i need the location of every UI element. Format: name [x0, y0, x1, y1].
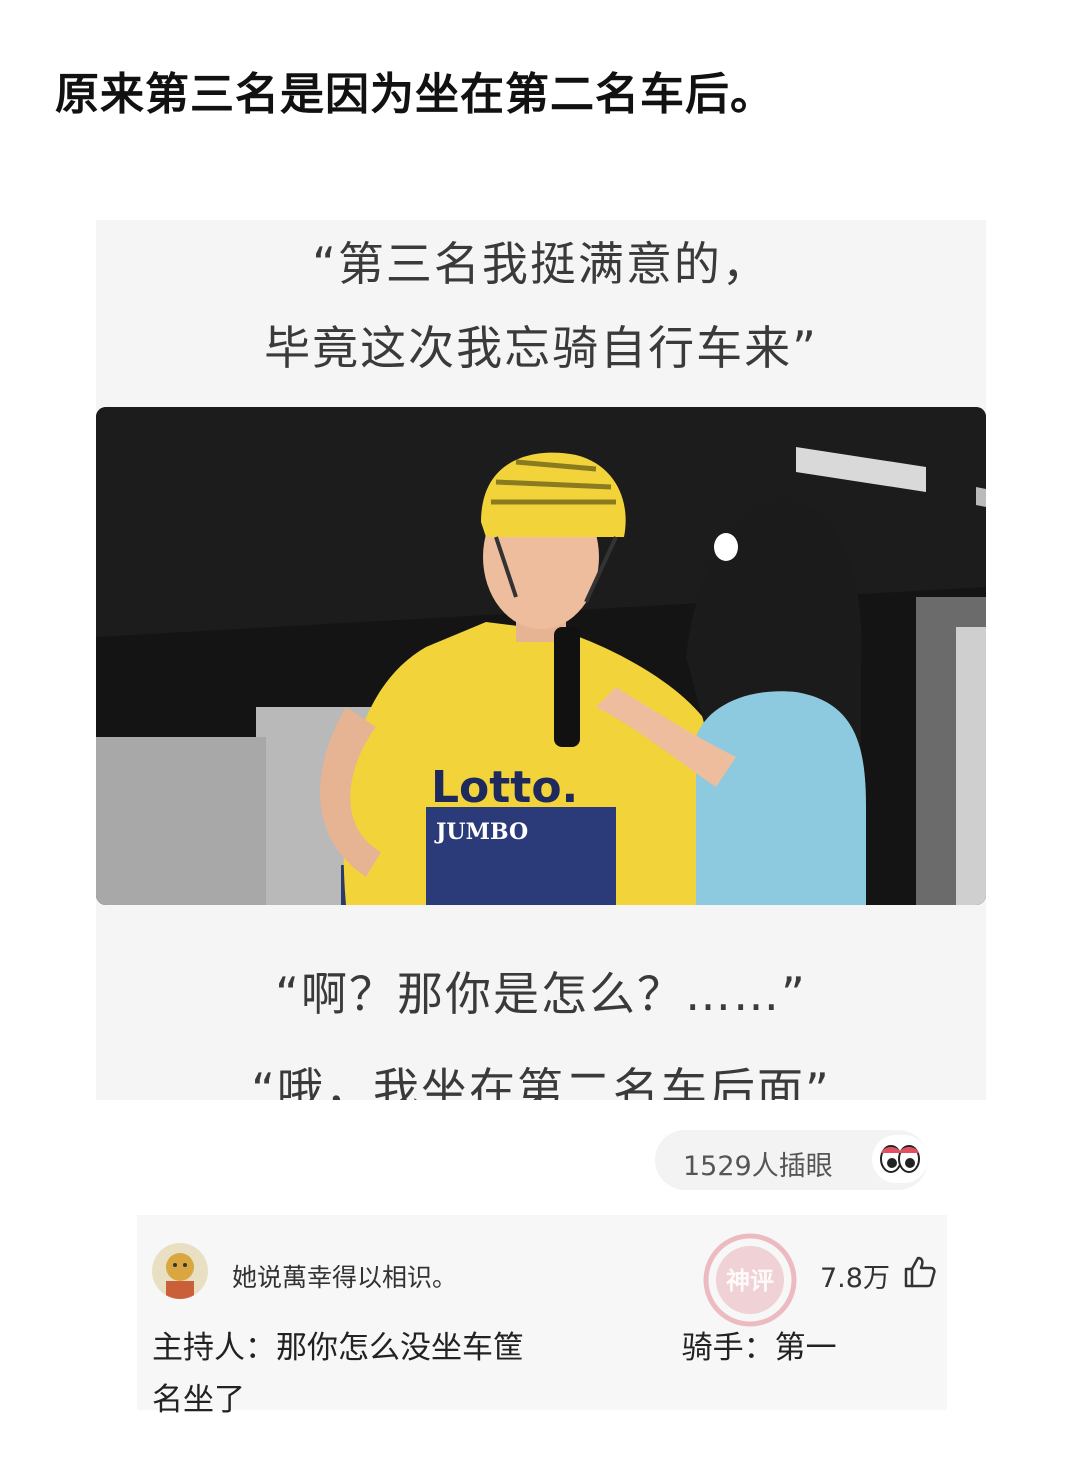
thumbs-up-icon[interactable]: [902, 1254, 938, 1290]
like-count: 7.8万: [820, 1263, 890, 1294]
stamp-label: 神评: [726, 1267, 774, 1295]
eyes-icon[interactable]: [872, 1135, 928, 1183]
avatar[interactable]: [152, 1243, 208, 1299]
cyclist-interview-photo: Lotto. JUMBO: [96, 407, 986, 905]
meme-quote-line-1: “第三名我挺满意的，: [312, 237, 770, 291]
jersey-sublogo: JUMBO: [434, 819, 528, 845]
comment-line-2: 名坐了: [152, 1382, 245, 1418]
meme-quote-line-2: 毕竟这次我忘骑自行车来”: [264, 321, 818, 375]
jersey-logo: Lotto.: [431, 762, 578, 813]
post-title: 原来第三名是因为坐在第二名车后。: [55, 69, 775, 120]
reaction-count: 1529人插眼: [683, 1151, 833, 1182]
comment-body: 主持人：那你怎么没坐车筐 骑手：第一 名坐了: [152, 1322, 922, 1426]
comment-username[interactable]: 她说萬幸得以相识。: [232, 1258, 457, 1294]
featured-comment-stamp: 神评: [690, 1225, 810, 1335]
meme-quote-line-4: “哦，我坐在第二名车后面”: [251, 1063, 831, 1100]
comment-line-1: 主持人：那你怎么没坐车筐 骑手：第一: [152, 1330, 837, 1366]
meme-image[interactable]: “第三名我挺满意的， 毕竟这次我忘骑自行车来” Lotto. JUMBO “啊？…: [96, 220, 986, 1100]
meme-quote-line-3: “啊？那你是怎么？……”: [275, 967, 807, 1021]
